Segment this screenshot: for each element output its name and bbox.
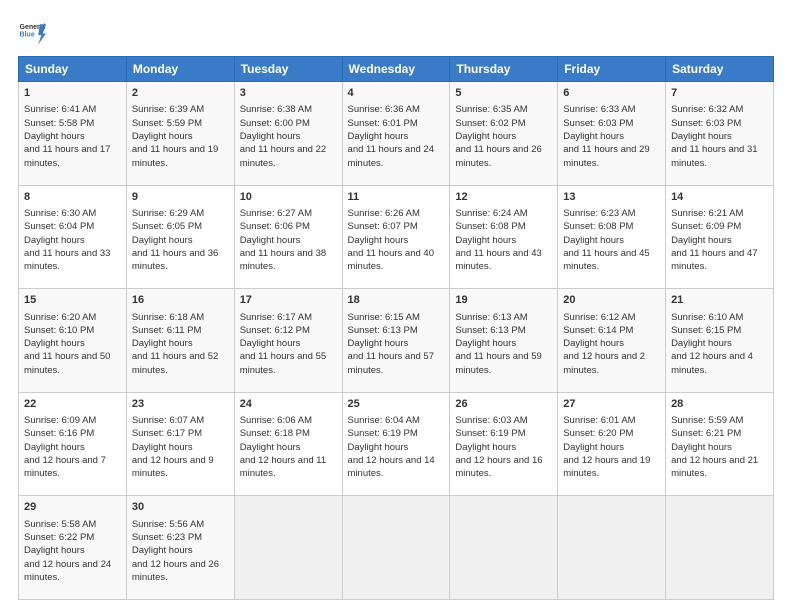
calendar-cell: 14Sunrise: 6:21 AMSunset: 6:09 PMDayligh…: [666, 185, 774, 289]
day-number: 8: [24, 190, 121, 205]
calendar-cell: 20Sunrise: 6:12 AMSunset: 6:14 PMDayligh…: [558, 289, 666, 393]
calendar-cell: 9Sunrise: 6:29 AMSunset: 6:05 PMDaylight…: [126, 185, 234, 289]
day-number: 15: [24, 293, 121, 308]
calendar-cell: 6Sunrise: 6:33 AMSunset: 6:03 PMDaylight…: [558, 82, 666, 186]
day-number: 10: [240, 190, 337, 205]
day-number: 29: [24, 500, 121, 515]
day-header-wednesday: Wednesday: [342, 57, 450, 82]
day-number: 5: [455, 86, 552, 101]
day-number: 23: [132, 397, 229, 412]
calendar-cell: 25Sunrise: 6:04 AMSunset: 6:19 PMDayligh…: [342, 392, 450, 496]
day-number: 13: [563, 190, 660, 205]
calendar-cell: 16Sunrise: 6:18 AMSunset: 6:11 PMDayligh…: [126, 289, 234, 393]
calendar-cell: 10Sunrise: 6:27 AMSunset: 6:06 PMDayligh…: [234, 185, 342, 289]
calendar-cell: 7Sunrise: 6:32 AMSunset: 6:03 PMDaylight…: [666, 82, 774, 186]
day-number: 14: [671, 190, 768, 205]
calendar-cell: 19Sunrise: 6:13 AMSunset: 6:13 PMDayligh…: [450, 289, 558, 393]
day-number: 11: [348, 190, 445, 205]
day-number: 9: [132, 190, 229, 205]
day-header-sunday: Sunday: [19, 57, 127, 82]
day-number: 17: [240, 293, 337, 308]
day-header-tuesday: Tuesday: [234, 57, 342, 82]
day-number: 2: [132, 86, 229, 101]
day-number: 19: [455, 293, 552, 308]
calendar-cell: 24Sunrise: 6:06 AMSunset: 6:18 PMDayligh…: [234, 392, 342, 496]
day-header-thursday: Thursday: [450, 57, 558, 82]
day-number: 25: [348, 397, 445, 412]
calendar-cell: [342, 496, 450, 600]
day-number: 16: [132, 293, 229, 308]
calendar-cell: 1Sunrise: 6:41 AMSunset: 5:58 PMDaylight…: [19, 82, 127, 186]
logo: General Blue: [18, 18, 46, 46]
day-number: 20: [563, 293, 660, 308]
calendar-cell: 22Sunrise: 6:09 AMSunset: 6:16 PMDayligh…: [19, 392, 127, 496]
calendar-cell: 15Sunrise: 6:20 AMSunset: 6:10 PMDayligh…: [19, 289, 127, 393]
calendar-cell: [666, 496, 774, 600]
calendar-cell: [450, 496, 558, 600]
day-number: 12: [455, 190, 552, 205]
calendar-cell: 5Sunrise: 6:35 AMSunset: 6:02 PMDaylight…: [450, 82, 558, 186]
day-header-friday: Friday: [558, 57, 666, 82]
svg-text:Blue: Blue: [20, 32, 35, 39]
calendar-cell: 8Sunrise: 6:30 AMSunset: 6:04 PMDaylight…: [19, 185, 127, 289]
calendar-cell: 21Sunrise: 6:10 AMSunset: 6:15 PMDayligh…: [666, 289, 774, 393]
calendar-cell: [234, 496, 342, 600]
calendar-cell: 11Sunrise: 6:26 AMSunset: 6:07 PMDayligh…: [342, 185, 450, 289]
calendar-cell: 26Sunrise: 6:03 AMSunset: 6:19 PMDayligh…: [450, 392, 558, 496]
day-number: 6: [563, 86, 660, 101]
calendar-table: SundayMondayTuesdayWednesdayThursdayFrid…: [18, 56, 774, 600]
calendar-cell: 23Sunrise: 6:07 AMSunset: 6:17 PMDayligh…: [126, 392, 234, 496]
day-number: 1: [24, 86, 121, 101]
day-number: 26: [455, 397, 552, 412]
calendar-cell: 13Sunrise: 6:23 AMSunset: 6:08 PMDayligh…: [558, 185, 666, 289]
day-header-saturday: Saturday: [666, 57, 774, 82]
calendar-cell: 2Sunrise: 6:39 AMSunset: 5:59 PMDaylight…: [126, 82, 234, 186]
day-number: 24: [240, 397, 337, 412]
logo-icon: General Blue: [18, 18, 46, 46]
day-number: 28: [671, 397, 768, 412]
day-header-monday: Monday: [126, 57, 234, 82]
calendar-cell: [558, 496, 666, 600]
calendar-cell: 18Sunrise: 6:15 AMSunset: 6:13 PMDayligh…: [342, 289, 450, 393]
calendar-cell: 3Sunrise: 6:38 AMSunset: 6:00 PMDaylight…: [234, 82, 342, 186]
calendar-cell: 29Sunrise: 5:58 AMSunset: 6:22 PMDayligh…: [19, 496, 127, 600]
day-number: 21: [671, 293, 768, 308]
day-number: 3: [240, 86, 337, 101]
calendar-cell: 28Sunrise: 5:59 AMSunset: 6:21 PMDayligh…: [666, 392, 774, 496]
calendar-cell: 17Sunrise: 6:17 AMSunset: 6:12 PMDayligh…: [234, 289, 342, 393]
calendar-cell: 4Sunrise: 6:36 AMSunset: 6:01 PMDaylight…: [342, 82, 450, 186]
day-number: 18: [348, 293, 445, 308]
day-number: 4: [348, 86, 445, 101]
day-number: 22: [24, 397, 121, 412]
day-number: 27: [563, 397, 660, 412]
calendar-cell: 30Sunrise: 5:56 AMSunset: 6:23 PMDayligh…: [126, 496, 234, 600]
day-number: 7: [671, 86, 768, 101]
day-number: 30: [132, 500, 229, 515]
calendar-cell: 12Sunrise: 6:24 AMSunset: 6:08 PMDayligh…: [450, 185, 558, 289]
calendar-cell: 27Sunrise: 6:01 AMSunset: 6:20 PMDayligh…: [558, 392, 666, 496]
